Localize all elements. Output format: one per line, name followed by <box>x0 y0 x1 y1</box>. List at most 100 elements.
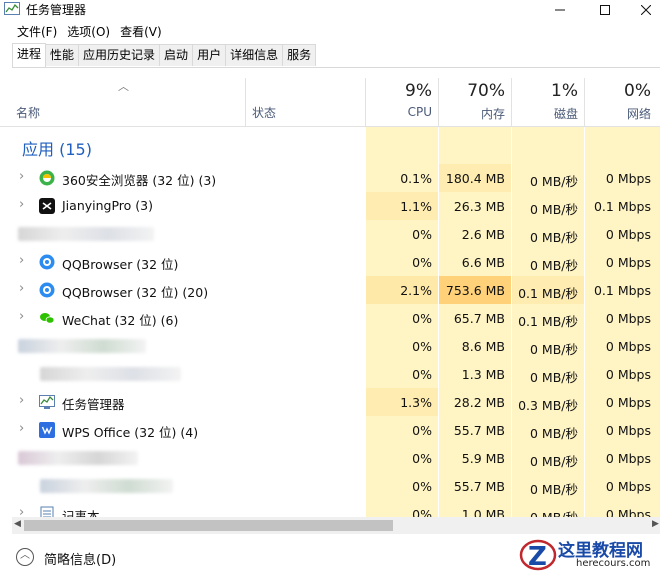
process-name: WeChat (32 位) (6) <box>62 313 179 328</box>
column-divider[interactable] <box>511 78 512 126</box>
network-value: 0 Mbps <box>605 339 651 354</box>
chevron-up-icon[interactable]: ︿ <box>16 548 34 566</box>
process-row[interactable]: › WeChat (32 位) (6) 0% 65.7 MB 0.1 MB/秒 0 Mbp… <box>0 304 660 332</box>
svg-text:Z: Z <box>528 542 547 572</box>
menu-view[interactable]: 查看(V) <box>117 22 169 42</box>
process-row[interactable]: 0% 1.3 MB 0 MB/秒 0 Mbps <box>0 360 660 388</box>
cpu-total[interactable]: 9% <box>370 81 432 101</box>
tab-users[interactable]: 用户 <box>192 44 227 66</box>
memory-total[interactable]: 70% <box>440 81 505 101</box>
cpu-value: 0% <box>412 311 432 326</box>
tab-services[interactable]: 服务 <box>282 44 317 66</box>
cpu-value: 0% <box>412 451 432 466</box>
tab-startup[interactable]: 启动 <box>159 44 194 66</box>
title-bar: 任务管理器 <box>0 0 660 20</box>
maximize-button[interactable] <box>585 0 625 20</box>
process-list: › 360安全浏览器 (32 位) (3) 0.1% 180.4 MB 0 MB/秒 0 … <box>0 164 660 528</box>
memory-value: 180.4 MB <box>445 171 505 186</box>
cpu-value: 0% <box>412 227 432 242</box>
chevron-right-icon[interactable]: › <box>19 281 24 296</box>
chevron-right-icon[interactable]: › <box>19 309 24 324</box>
column-divider[interactable] <box>584 78 585 126</box>
memory-value: 55.7 MB <box>453 479 505 494</box>
column-header: ︿ 名称 状态 9% CPU 70% 内存 1% 磁盘 0% 网络 <box>0 78 660 126</box>
column-cpu[interactable]: CPU <box>370 105 432 119</box>
column-status[interactable]: 状态 <box>252 104 276 121</box>
minimize-button[interactable] <box>540 0 580 20</box>
close-button[interactable] <box>626 0 660 20</box>
disk-value: 0 MB/秒 <box>530 370 578 385</box>
watermark-url: herecours.com <box>576 558 651 569</box>
process-row[interactable]: › 任务管理器 1.3% 28.2 MB 0.3 MB/秒 0 Mbps <box>0 388 660 416</box>
menu-file[interactable]: 文件(F) <box>0 22 64 42</box>
tab-details[interactable]: 详细信息 <box>225 44 284 66</box>
process-row[interactable]: › 360安全浏览器 (32 位) (3) 0.1% 180.4 MB 0 MB/秒 0 … <box>0 164 660 192</box>
redacted-process-name <box>18 339 146 353</box>
process-name: 360安全浏览器 (32 位) (3) <box>62 173 217 188</box>
column-network[interactable]: 网络 <box>586 105 651 122</box>
network-value: 0 Mbps <box>605 227 651 242</box>
network-value: 0 Mbps <box>605 171 651 186</box>
disk-value: 0.1 MB/秒 <box>518 314 578 329</box>
column-name[interactable]: 名称 <box>16 104 40 121</box>
process-row[interactable]: › QQBrowser (32 位) (20) 2.1% 753.6 MB 0.1 MB… <box>0 276 660 304</box>
process-row[interactable]: 0% 8.6 MB 0 MB/秒 0 Mbps <box>0 332 660 360</box>
disk-value: 0 MB/秒 <box>530 426 578 441</box>
scrollbar-thumb[interactable] <box>24 520 393 531</box>
network-value: 0 Mbps <box>605 395 651 410</box>
redacted-process-name <box>18 227 154 241</box>
cpu-value: 1.1% <box>400 199 432 214</box>
tab-processes[interactable]: 进程 <box>12 43 47 67</box>
column-memory[interactable]: 内存 <box>440 105 505 122</box>
memory-value: 5.9 MB <box>461 451 505 466</box>
disk-value: 0 MB/秒 <box>530 202 578 217</box>
redacted-process-name <box>40 367 181 381</box>
disk-value: 0 MB/秒 <box>530 174 578 189</box>
process-row[interactable]: › WPS Office (32 位) (4) 0% 55.7 MB 0 MB/秒 0 M… <box>0 416 660 444</box>
cpu-value: 0% <box>412 255 432 270</box>
chevron-right-icon[interactable]: › <box>19 197 24 212</box>
wechat-icon <box>39 310 55 326</box>
process-row[interactable]: › JianyingPro (3) 1.1% 26.3 MB 0 MB/秒 0.1 Mbp… <box>0 192 660 220</box>
column-divider[interactable] <box>245 78 246 126</box>
disk-value: 0 MB/秒 <box>530 230 578 245</box>
task-manager-icon <box>4 2 20 15</box>
column-disk[interactable]: 磁盘 <box>513 105 578 122</box>
chevron-right-icon[interactable]: › <box>19 393 24 408</box>
network-value: 0 Mbps <box>605 451 651 466</box>
process-name: QQBrowser (32 位) (20) <box>62 285 209 300</box>
wps-icon <box>39 422 55 438</box>
column-divider[interactable] <box>438 78 439 126</box>
chevron-right-icon[interactable]: › <box>19 253 24 268</box>
process-name: 任务管理器 <box>62 397 125 412</box>
scroll-left-icon[interactable]: ◀ <box>14 519 21 529</box>
disk-value: 0 MB/秒 <box>530 482 578 497</box>
cpu-value: 0% <box>412 423 432 438</box>
cpu-value: 0% <box>412 479 432 494</box>
tab-performance[interactable]: 性能 <box>45 44 80 66</box>
network-total[interactable]: 0% <box>586 81 651 101</box>
tab-strip: 进程 性能 应用历史记录 启动 用户 详细信息 服务 <box>12 43 660 68</box>
horizontal-scrollbar[interactable]: ◀ ▶ <box>12 517 660 534</box>
minimize-icon <box>555 9 565 11</box>
group-apps[interactable]: 应用 (15) <box>22 136 92 160</box>
tab-app-history[interactable]: 应用历史记录 <box>78 44 161 66</box>
qqbrowser-icon <box>39 282 55 298</box>
disk-value: 0.1 MB/秒 <box>518 286 578 301</box>
disk-value: 0 MB/秒 <box>530 258 578 273</box>
fewer-details-link[interactable]: 简略信息(D) <box>44 549 116 568</box>
scroll-right-icon[interactable]: ▶ <box>652 519 659 529</box>
360-browser-icon <box>39 170 55 186</box>
process-row[interactable]: 0% 2.6 MB 0 MB/秒 0 Mbps <box>0 220 660 248</box>
menu-options[interactable]: 选项(O) <box>64 22 117 42</box>
column-divider[interactable] <box>365 78 366 126</box>
watermark-logo-icon: Z <box>519 539 557 572</box>
chevron-right-icon[interactable]: › <box>19 421 24 436</box>
network-value: 0 Mbps <box>605 423 651 438</box>
disk-total[interactable]: 1% <box>513 81 578 101</box>
memory-value: 8.6 MB <box>461 339 505 354</box>
process-row[interactable]: 0% 5.9 MB 0 MB/秒 0 Mbps <box>0 444 660 472</box>
chevron-right-icon[interactable]: › <box>19 169 24 184</box>
process-row[interactable]: › QQBrowser (32 位) 0% 6.6 MB 0 MB/秒 0 Mbps <box>0 248 660 276</box>
process-row[interactable]: 0% 55.7 MB 0 MB/秒 0 Mbps <box>0 472 660 500</box>
